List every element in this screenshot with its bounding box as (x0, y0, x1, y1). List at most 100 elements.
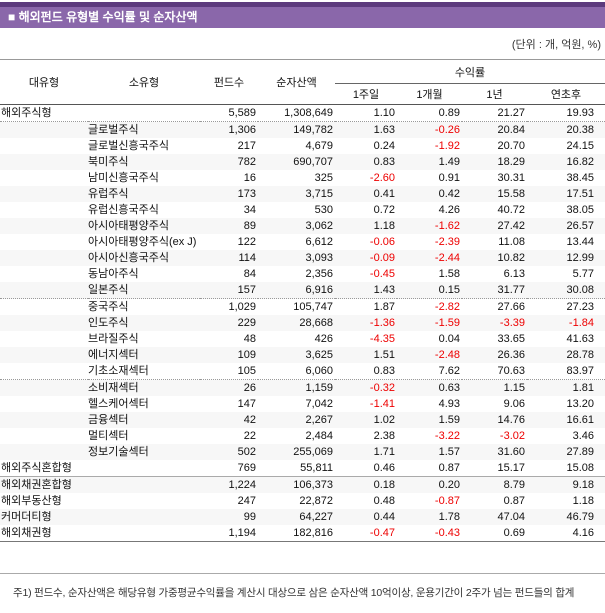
cell-return-ytd: 46.79 (566, 511, 594, 523)
cell-return-ytd: 28.78 (566, 349, 594, 361)
cell-return-ytd: 13.44 (566, 236, 594, 248)
cell-sub-type (88, 525, 200, 542)
cell-return-ytd: 30.08 (527, 282, 605, 299)
cell-net-assets: 3,093 (305, 252, 333, 264)
cell-fund-count: 147 (237, 398, 256, 410)
cell-net-assets: 28,668 (299, 317, 333, 329)
table-row-main-type: 해외주식혼합형 769 55,811 0.46 0.87 15.17 15.08 (0, 460, 605, 477)
cell-sub-type (88, 460, 200, 477)
cell-return-1month: -3.22 (434, 430, 460, 442)
cell-net-assets: 2,484 (305, 430, 333, 442)
table-row-sub-type: 유럽신흥국주식 34 530 0.72 4.26 40.72 38.05 (0, 202, 605, 218)
cell-return-1week: 1.51 (373, 349, 395, 361)
table-row-sub-type: 아시아신흥국주식 114 3,093 -0.09 -2.44 10.82 12.99 (0, 250, 605, 266)
cell-return-1week: -1.36 (369, 317, 395, 329)
cell-net-assets: 6,612 (305, 236, 333, 248)
cell-net-assets: 64,227 (299, 511, 333, 523)
cell-sub-type: 글로벌주식 (88, 124, 139, 136)
cell-return-1week: 0.46 (335, 460, 397, 477)
cell-return-1month: 1.59 (438, 414, 460, 426)
cell-main-type (0, 380, 88, 397)
cell-return-1week: -0.47 (335, 525, 397, 542)
cell-return-ytd: 9.18 (572, 479, 594, 491)
cell-return-ytd: 16.61 (566, 414, 594, 426)
cell-return-1month: 0.63 (438, 382, 460, 394)
cell-return-1year: 20.70 (497, 140, 525, 152)
cell-return-1week: 1.71 (373, 446, 395, 458)
cell-return-1month: 0.42 (438, 188, 460, 200)
cell-fund-count: 42 (243, 414, 256, 426)
cell-main-type (0, 218, 88, 234)
cell-sub-type: 중국주식 (88, 301, 129, 313)
cell-fund-count: 48 (243, 333, 256, 345)
cell-return-1year: 18.29 (497, 156, 525, 168)
header-return-1month: 1개월 (397, 83, 462, 105)
cell-return-1month: -0.43 (397, 525, 462, 542)
cell-return-1week: -1.41 (369, 398, 395, 410)
header-returns-group: 수익률 (335, 59, 605, 84)
cell-sub-type: 금융섹터 (88, 414, 129, 426)
cell-sub-type: 기초소재섹터 (88, 363, 200, 380)
cell-return-1year: 10.82 (497, 252, 525, 264)
cell-return-1week: 0.24 (373, 140, 395, 152)
cell-return-1year: 6.13 (503, 268, 525, 280)
cell-return-ytd: 3.46 (572, 430, 594, 442)
footnote: 주1) 펀드수, 순자산액은 해당유형 가중평균수익률을 계산시 대상으로 삼은… (13, 587, 575, 599)
table-row-sub-type: 유럽주식 173 3,715 0.41 0.42 15.58 17.51 (0, 186, 605, 202)
cell-main-type (0, 299, 88, 316)
cell-return-1week: -4.35 (369, 333, 395, 345)
table-row-sub-type: 멀티섹터 22 2,484 2.38 -3.22 -3.02 3.46 (0, 428, 605, 444)
cell-return-1year: 26.36 (497, 349, 525, 361)
table-row-sub-type: 금융섹터 42 2,267 1.02 1.59 14.76 16.61 (0, 412, 605, 428)
cell-return-ytd: 15.08 (527, 460, 605, 477)
cell-return-1month: -0.87 (434, 495, 460, 507)
cell-main-type (0, 170, 88, 186)
cell-return-1month: 1.58 (438, 268, 460, 280)
cell-return-ytd: 16.82 (566, 156, 594, 168)
cell-return-1month: 4.26 (438, 204, 460, 216)
cell-return-1month: 1.78 (438, 511, 460, 523)
table-row-sub-type: 에너지섹터 109 3,625 1.51 -2.48 26.36 28.78 (0, 347, 605, 363)
cell-main-type: 커머더티형 (1, 511, 52, 523)
cell-return-1week: 1.18 (373, 220, 395, 232)
cell-net-assets: 1,308,649 (258, 104, 335, 122)
cell-net-assets: 3,715 (305, 188, 333, 200)
cell-return-ytd: 20.38 (566, 124, 594, 136)
cell-return-1year: 27.42 (497, 220, 525, 232)
cell-return-1year: 1.15 (503, 382, 525, 394)
cell-main-type: 해외주식혼합형 (0, 460, 88, 477)
cell-return-1week: -0.45 (369, 268, 395, 280)
cell-net-assets: 7,042 (305, 398, 333, 410)
cell-fund-count: 105 (200, 363, 258, 380)
cell-return-1year: -3.39 (499, 317, 525, 329)
cell-net-assets: 530 (314, 204, 333, 216)
cell-return-1year: 0.87 (503, 495, 525, 507)
cell-return-1year: 20.84 (497, 124, 525, 136)
cell-return-1year: 33.65 (497, 333, 525, 345)
cell-sub-type: 아시아신흥국주식 (88, 252, 169, 264)
cell-return-ytd: 38.05 (566, 204, 594, 216)
cell-fund-count: 99 (243, 511, 256, 523)
table-row-sub-type: 아시아태평양주식(ex J) 122 6,612 -0.06 -2.39 11.08 13.… (0, 234, 605, 250)
cell-fund-count: 1,224 (228, 479, 256, 491)
cell-fund-count: 217 (237, 140, 256, 152)
cell-sub-type (88, 477, 200, 494)
cell-main-type (0, 331, 88, 347)
cell-return-ytd: 24.15 (566, 140, 594, 152)
cell-sub-type: 브라질주식 (88, 333, 139, 345)
cell-fund-count: 16 (243, 172, 256, 184)
cell-return-ytd: 12.99 (566, 252, 594, 264)
cell-main-type: 해외주식형 (0, 104, 88, 122)
cell-return-1month: 0.87 (397, 460, 462, 477)
table-row-sub-type: 글로벌신흥국주식 217 4,679 0.24 -1.92 20.70 24.15 (0, 138, 605, 154)
cell-return-ytd: 27.89 (566, 446, 594, 458)
table-row-main-type: 해외부동산형 247 22,872 0.48 -0.87 0.87 1.18 (0, 493, 605, 509)
cell-main-type (0, 122, 88, 139)
cell-fund-count: 5,589 (200, 104, 258, 122)
cell-return-1year: 31.77 (462, 282, 527, 299)
cell-sub-type: 남미신흥국주식 (88, 172, 159, 184)
cell-return-1week: 0.83 (373, 156, 395, 168)
cell-fund-count: 229 (237, 317, 256, 329)
cell-return-1month: 1.49 (438, 156, 460, 168)
cell-return-1year: 9.06 (503, 398, 525, 410)
